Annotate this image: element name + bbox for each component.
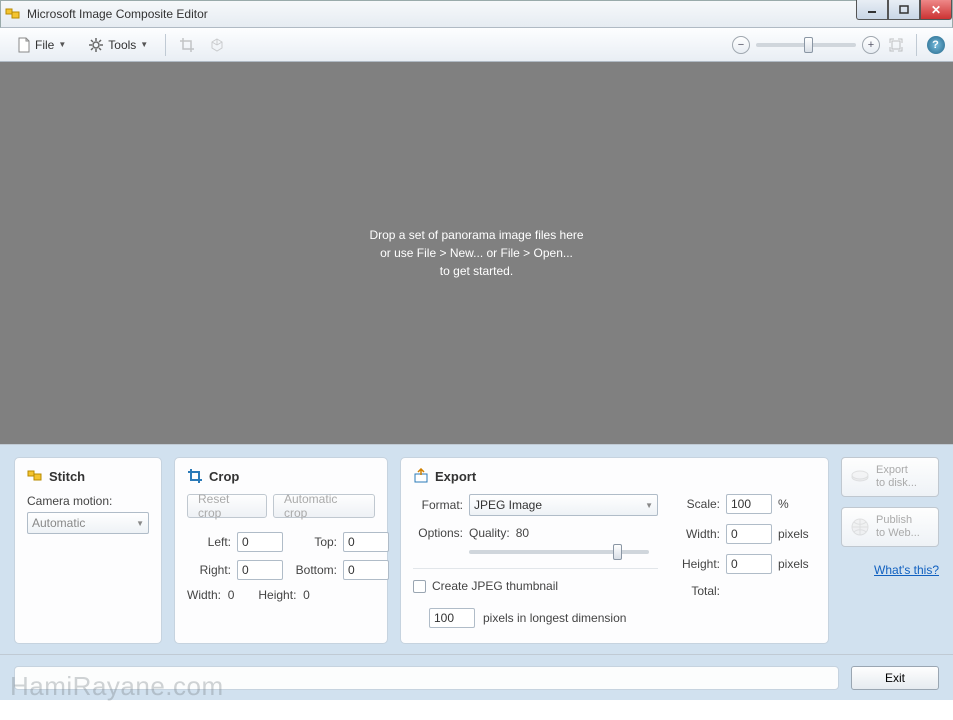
titlebar: Microsoft Image Composite Editor ✕ [0,0,953,28]
checkbox-icon [413,580,426,593]
camera-motion-select: Automatic ▼ [27,512,149,534]
thumbnail-pixels-input[interactable] [429,608,475,628]
globe-icon [850,517,870,537]
toolbar: File ▼ Tools ▼ − + ? [0,28,953,62]
crop-width-readout: Width: 0 [187,588,234,602]
width-unit: pixels [778,527,809,541]
scale-unit: % [778,497,789,511]
camera-motion-label: Camera motion: [27,494,149,508]
file-menu-label: File [35,38,54,52]
export-icon [413,468,429,484]
export-width-input[interactable] [726,524,772,544]
disk-icon [850,467,870,487]
crop-panel: Crop Reset crop Automatic crop Left: Top… [174,457,388,644]
crop-icon [187,468,203,484]
canvas-drop-area[interactable]: Drop a set of panorama image files here … [0,62,953,444]
quality-slider-thumb[interactable] [613,544,622,560]
drop-hint-text: Drop a set of panorama image files here … [369,226,583,280]
stitch-icon [27,468,43,484]
exit-button[interactable]: Exit [851,666,939,690]
format-value: JPEG Image [474,498,542,512]
crop-left-label: Left: [187,535,235,549]
zoom-slider-thumb[interactable] [804,37,813,53]
crop-top-input[interactable] [343,532,389,552]
export-to-disk-button: Exportto disk... [841,457,939,497]
reset-crop-button: Reset crop [187,494,267,518]
total-label: Total: [676,584,720,598]
help-button[interactable]: ? [927,36,945,54]
window-close-button[interactable]: ✕ [920,0,952,20]
crop-bottom-label: Bottom: [289,563,341,577]
app-icon [5,6,21,22]
stitch-panel: Stitch Camera motion: Automatic ▼ [14,457,162,644]
crop-bottom-input[interactable] [343,560,389,580]
export-height-input[interactable] [726,554,772,574]
format-select[interactable]: JPEG Image ▼ [469,494,658,516]
publish-to-web-button: Publishto Web... [841,507,939,547]
zoom-out-button[interactable]: − [732,36,750,54]
new-file-icon [17,37,31,53]
crop-top-label: Top: [289,535,341,549]
window-minimize-button[interactable] [856,0,888,20]
camera-motion-value: Automatic [32,516,85,530]
cube-3d-icon [204,34,230,56]
height-unit: pixels [778,557,809,571]
side-buttons: Exportto disk... Publishto Web... What's… [841,457,939,644]
drop-hint-line: Drop a set of panorama image files here [369,226,583,244]
export-height-label: Height: [676,557,720,571]
format-label: Format: [413,498,463,512]
status-text-box [14,666,839,690]
zoom-in-button[interactable]: + [862,36,880,54]
options-label: Options: [413,526,463,540]
crop-left-input[interactable] [237,532,283,552]
stitch-panel-title: Stitch [49,469,85,484]
crop-height-readout: Height: 0 [258,588,309,602]
dropdown-caret-icon: ▼ [136,519,144,528]
crop-tool-icon [174,34,200,56]
export-panel: Export Format: JPEG Image ▼ Options: Qua… [400,457,829,644]
scale-input[interactable] [726,494,772,514]
create-thumbnail-checkbox[interactable]: Create JPEG thumbnail [413,579,558,593]
export-width-label: Width: [676,527,720,541]
fit-to-screen-icon[interactable] [886,37,906,53]
drop-hint-line: to get started. [369,262,583,280]
gear-icon [88,37,104,53]
toolbar-divider [916,34,917,56]
panel-strip: Stitch Camera motion: Automatic ▼ Crop R… [0,444,953,654]
crop-panel-title: Crop [209,469,239,484]
create-thumbnail-label: Create JPEG thumbnail [432,579,558,593]
file-menu-button[interactable]: File ▼ [8,33,75,57]
toolbar-divider [165,34,166,56]
zoom-slider[interactable] [756,43,856,47]
quality-label: Quality: [469,526,510,540]
dropdown-caret-icon: ▼ [645,501,653,510]
thumbnail-pixels-label: pixels in longest dimension [483,611,626,625]
window-title: Microsoft Image Composite Editor [27,7,208,21]
quality-value: 80 [516,526,529,540]
divider [413,568,658,569]
crop-right-label: Right: [187,563,235,577]
quality-slider[interactable] [469,550,649,554]
export-panel-title: Export [435,469,476,484]
statusbar: Exit HamiRayane.com [0,654,953,700]
dropdown-caret-icon: ▼ [58,40,66,49]
tools-menu-label: Tools [108,38,136,52]
whats-this-link[interactable]: What's this? [841,563,939,577]
drop-hint-line: or use File > New... or File > Open... [369,244,583,262]
scale-label: Scale: [676,497,720,511]
crop-right-input[interactable] [237,560,283,580]
tools-menu-button[interactable]: Tools ▼ [79,33,157,57]
dropdown-caret-icon: ▼ [140,40,148,49]
automatic-crop-button: Automatic crop [273,494,375,518]
window-maximize-button[interactable] [888,0,920,20]
